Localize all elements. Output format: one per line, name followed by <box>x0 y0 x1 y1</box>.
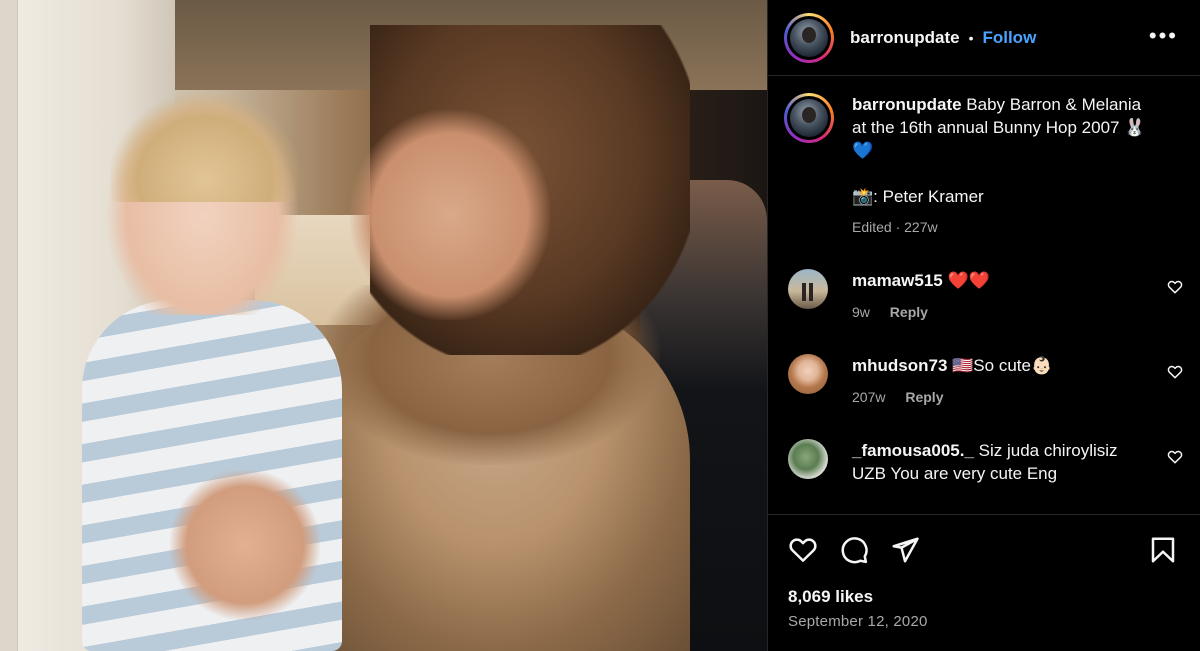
likes-count[interactable]: 8,069 likes <box>788 587 873 607</box>
comment-username[interactable]: _famousa005._ <box>852 441 974 460</box>
caption-username[interactable]: barronupdate <box>852 95 962 114</box>
reply-button[interactable]: Reply <box>890 304 928 320</box>
bookmark-icon[interactable] <box>1148 535 1178 565</box>
comment-age: 9w <box>852 304 870 320</box>
follow-button[interactable]: Follow <box>982 28 1036 48</box>
post-side-panel: barronupdate • Follow ••• barronupdate B… <box>767 0 1200 651</box>
photo-hand <box>170 470 320 620</box>
comment-item: mamaw515 ❤️❤️ 9w Reply <box>788 269 1193 324</box>
separator-dot: • <box>968 29 974 46</box>
commenter-avatar[interactable] <box>788 269 828 309</box>
comment-text: 🇺🇸So cute👶🏻 <box>952 356 1053 375</box>
post-header: barronupdate • Follow ••• <box>768 0 1200 76</box>
comment-age: 207w <box>852 389 886 405</box>
photo-woman-face <box>350 110 550 320</box>
comment-username[interactable]: mamaw515 <box>852 271 943 290</box>
heart-icon[interactable] <box>788 535 818 565</box>
author-username[interactable]: barronupdate <box>850 28 960 48</box>
comments-section[interactable]: barronupdate Baby Barron & Melania at th… <box>768 77 1200 513</box>
post-actions-bar: 8,069 likes September 12, 2020 <box>768 514 1200 651</box>
post-photo[interactable] <box>0 0 767 651</box>
comment-item: mhudson73 🇺🇸So cute👶🏻 207w Reply <box>788 354 1193 409</box>
photo-wall-edge <box>0 0 18 651</box>
comment-like-heart-icon[interactable] <box>1167 279 1183 295</box>
more-icon[interactable]: ••• <box>1149 25 1178 47</box>
post-date: September 12, 2020 <box>788 613 928 630</box>
comment-like-heart-icon[interactable] <box>1167 449 1183 465</box>
caption-meta: Edited · 227w <box>852 219 938 235</box>
reply-button[interactable]: Reply <box>905 389 943 405</box>
caption-avatar[interactable] <box>784 93 834 143</box>
comment-like-heart-icon[interactable] <box>1167 364 1183 380</box>
post-caption: barronupdate Baby Barron & Melania at th… <box>784 93 1184 239</box>
commenter-avatar[interactable] <box>788 354 828 394</box>
comment-text: ❤️❤️ <box>947 271 990 290</box>
caption-credit: 📸: Peter Kramer <box>852 187 984 206</box>
caption-text-block: barronupdate Baby Barron & Melania at th… <box>852 93 1152 162</box>
commenter-avatar[interactable] <box>788 439 828 479</box>
share-icon[interactable] <box>890 535 920 565</box>
comment-item: _famousa005._ Siz juda chiroylisiz UZB Y… <box>788 439 1193 485</box>
comment-icon[interactable] <box>839 535 869 565</box>
photo-baby-hair <box>110 92 300 202</box>
author-avatar[interactable] <box>784 12 834 63</box>
comment-username[interactable]: mhudson73 <box>852 356 947 375</box>
